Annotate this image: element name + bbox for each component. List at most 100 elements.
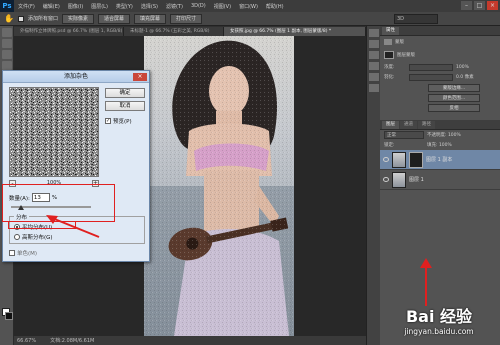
fill-field[interactable]: 填充: 100% — [427, 142, 452, 148]
photo-canvas[interactable] — [144, 36, 294, 336]
dialog-title: 添加杂色 — [63, 73, 88, 80]
layer-row-base[interactable]: 图层 1 — [380, 170, 500, 190]
tab-document-active[interactable]: 女孩照.jpg @ 66.7% (图层 1 副本, 图层蒙版/8) * — [224, 27, 366, 36]
character-panel-icon[interactable] — [368, 51, 379, 59]
cancel-button[interactable]: 取消 — [105, 101, 145, 111]
tab-layers[interactable]: 图层 — [382, 121, 399, 129]
feather-row: 羽化: 0.0 像素 — [380, 72, 500, 82]
actions-panel-icon[interactable] — [368, 40, 379, 48]
menu-file[interactable]: 文件(F) — [14, 3, 39, 10]
properties-title: 蒙版 — [395, 40, 404, 45]
brush-panel-icon[interactable] — [368, 73, 379, 81]
quick-select-tool-icon[interactable] — [1, 61, 12, 70]
zoom-level[interactable]: 66.67% — [17, 338, 36, 344]
eye-icon[interactable] — [383, 177, 389, 182]
noise-preview[interactable] — [9, 87, 99, 177]
menu-window[interactable]: 窗口(W) — [235, 3, 262, 10]
dialog-close-button[interactable]: × — [133, 73, 147, 81]
eye-icon[interactable] — [383, 157, 389, 162]
density-slider[interactable] — [409, 63, 453, 71]
status-bar: 66.67% 文档:2.08M/6.61M — [14, 336, 366, 345]
density-row: 浓度: 100% — [380, 62, 500, 72]
paragraph-panel-icon[interactable] — [368, 62, 379, 70]
sample-all-checkbox[interactable] — [17, 15, 24, 22]
monochrome-row[interactable]: 单色(M) — [9, 249, 37, 257]
tab-paths[interactable]: 路径 — [418, 121, 435, 129]
blend-row: 正常 不透明度: 100% — [380, 130, 500, 140]
history-panel-icon[interactable] — [368, 29, 379, 37]
invert-button[interactable]: 反相 — [428, 104, 480, 112]
layer-mask-icon — [384, 51, 394, 59]
menu-bar: Ps 文件(F) 编辑(E) 图像(I) 图层(L) 类型(Y) 选择(S) 滤… — [0, 0, 500, 12]
menu-edit[interactable]: 编辑(E) — [39, 3, 64, 10]
close-button[interactable]: × — [487, 1, 498, 10]
tab-document-1[interactable]: 外描制作立体牌照.psd @ 66.7% (图层 1, RGB/8) — [14, 27, 124, 36]
hand-tool-icon: ✋ — [4, 14, 14, 23]
watermark-url: jingyan.baidu.com — [404, 326, 474, 336]
menu-3d[interactable]: 3D(D) — [187, 3, 210, 9]
sample-all-label: 添加所有窗口 — [27, 16, 58, 22]
watermark-logo: Bai 经验 — [405, 306, 473, 326]
layer-name[interactable]: 图层 1 — [409, 176, 424, 183]
opacity-field[interactable]: 不透明度: 100% — [427, 132, 461, 138]
menu-help[interactable]: 帮助(H) — [262, 3, 288, 10]
feather-label: 羽化: — [384, 75, 395, 80]
annotation-arrow-icon — [46, 215, 100, 238]
tab-channels[interactable]: 通道 — [400, 121, 417, 129]
girl-with-ukulele-image — [144, 36, 294, 336]
tab-document-2[interactable]: 未标题-1 @ 66.7% (五彩之美, RGB/8) — [124, 27, 224, 36]
color-range-button[interactable]: 颜色范围... — [428, 94, 480, 102]
actual-pixels-button[interactable]: 实际像素 — [61, 13, 94, 24]
document-size: 文档:2.08M/6.61M — [50, 338, 95, 344]
menu-layer[interactable]: 图层(L) — [87, 3, 112, 10]
workspace-selector[interactable]: 3D — [394, 14, 438, 24]
document-tabs: 外描制作立体牌照.psd @ 66.7% (图层 1, RGB/8) 未标题-1… — [14, 26, 366, 36]
lasso-tool-icon[interactable] — [1, 50, 12, 59]
preview-checkbox[interactable]: ✓ — [105, 118, 111, 124]
density-label: 浓度: — [384, 65, 395, 70]
tab-properties[interactable]: 属性 — [382, 27, 399, 35]
layer-mask-thumbnail[interactable] — [409, 151, 423, 168]
baidu-jingyan-watermark: Bai 经验 jingyan.baidu.com — [380, 296, 498, 342]
fit-screen-button[interactable]: 适合屏幕 — [98, 13, 131, 24]
swatches-panel-icon[interactable] — [368, 84, 379, 92]
noise-preview-image — [10, 88, 98, 176]
preview-label: 预览(P) — [113, 119, 132, 125]
options-bar: ✋ 添加所有窗口 实际像素 适合屏幕 填充屏幕 打印尺寸 3D — [0, 12, 500, 26]
monochrome-checkbox[interactable] — [9, 250, 15, 256]
mask-edge-button[interactable]: 蒙版边缘... — [428, 84, 480, 92]
marquee-tool-icon[interactable] — [1, 39, 12, 48]
minimize-button[interactable]: – — [461, 1, 472, 10]
window-controls: – □ × — [461, 1, 498, 10]
density-value[interactable]: 100% — [456, 65, 469, 70]
gaussian-radio[interactable] — [14, 234, 20, 240]
menu-view[interactable]: 视图(V) — [210, 3, 235, 10]
lock-row: 锁定: 填充: 100% — [380, 140, 500, 150]
properties-layer-row: 图层蒙版 — [380, 48, 500, 62]
photoshop-logo: Ps — [0, 0, 14, 12]
menu-type[interactable]: 类型(Y) — [112, 3, 137, 10]
mask-icon — [384, 39, 392, 45]
move-tool-icon[interactable] — [1, 28, 12, 37]
background-color-swatch[interactable] — [5, 312, 13, 320]
menu-filter[interactable]: 滤镜(T) — [162, 3, 187, 10]
layer-thumbnail — [392, 171, 406, 188]
menu-select[interactable]: 选择(S) — [137, 3, 162, 10]
panel-icon-strip — [366, 26, 380, 345]
feather-value[interactable]: 0.0 像素 — [456, 74, 474, 80]
preview-checkbox-row[interactable]: ✓ 预览(P) — [105, 117, 132, 125]
layer-thumbnail — [392, 151, 406, 168]
dialog-title-bar[interactable]: 添加杂色 × — [3, 71, 149, 83]
layers-header: 图层 通道 路径 — [380, 120, 500, 130]
print-size-button[interactable]: 打印尺寸 — [170, 13, 203, 24]
blend-mode-select[interactable]: 正常 — [384, 131, 424, 139]
fill-screen-button[interactable]: 填充屏幕 — [134, 13, 167, 24]
monochrome-label: 单色(M) — [17, 251, 38, 257]
maximize-button[interactable]: □ — [474, 1, 485, 10]
properties-layer-label: 图层蒙版 — [397, 53, 415, 58]
layer-row-copy[interactable]: 图层 1 副本 — [380, 150, 500, 170]
ok-button[interactable]: 确定 — [105, 88, 145, 98]
layer-name[interactable]: 图层 1 副本 — [426, 156, 452, 163]
feather-slider[interactable] — [409, 73, 453, 81]
menu-image[interactable]: 图像(I) — [64, 3, 87, 10]
